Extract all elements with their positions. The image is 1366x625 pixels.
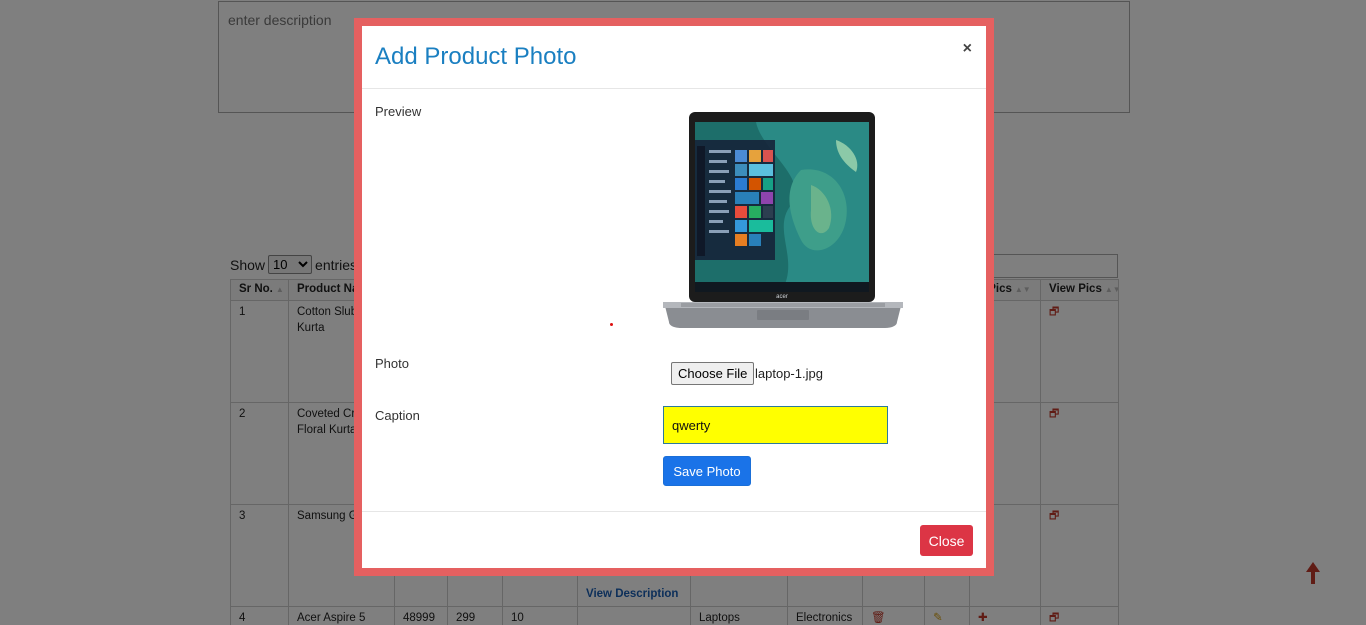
caption-input[interactable] xyxy=(663,406,888,444)
caption-label: Caption xyxy=(375,408,420,423)
cursor-dot xyxy=(610,323,613,326)
modal-footer: Close xyxy=(362,511,986,568)
save-photo-button[interactable]: Save Photo xyxy=(663,456,751,486)
laptop-preview-image: acer xyxy=(663,112,903,328)
svg-text:acer: acer xyxy=(776,294,788,300)
close-icon[interactable]: × xyxy=(963,40,972,58)
selected-file-name: laptop-1.jpg xyxy=(755,366,823,381)
photo-label: Photo xyxy=(375,356,409,371)
add-product-photo-modal: Add Product Photo × Preview acer Photo C… xyxy=(362,26,986,568)
choose-file-button[interactable]: Choose File xyxy=(671,362,755,385)
close-button[interactable]: Close xyxy=(920,525,973,556)
preview-label: Preview xyxy=(375,104,422,119)
modal-header: Add Product Photo × xyxy=(362,26,986,89)
modal-title: Add Product Photo xyxy=(375,43,577,70)
